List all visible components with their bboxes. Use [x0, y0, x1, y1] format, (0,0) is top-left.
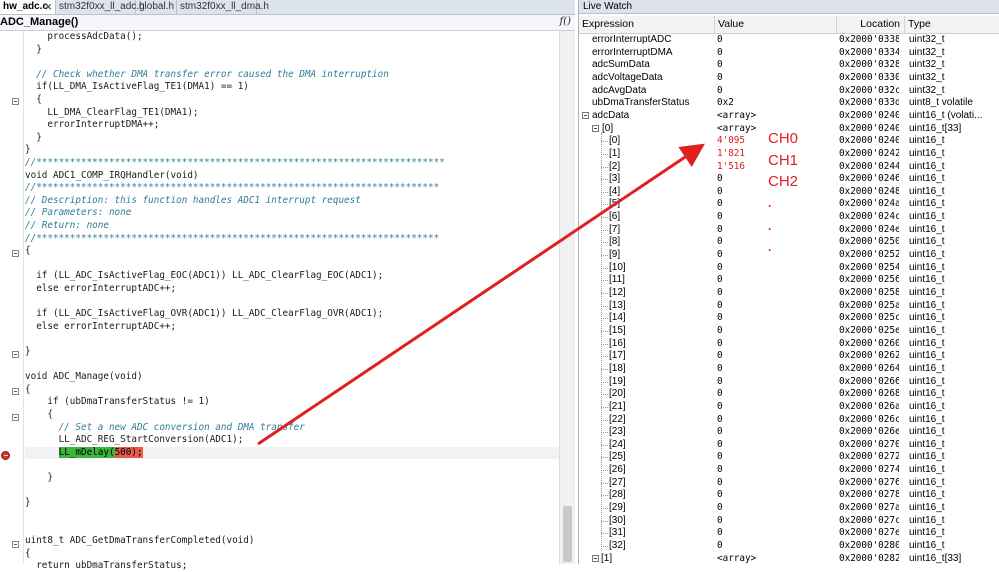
arrow-line: [257, 143, 705, 446]
annotation-arrow: [257, 143, 705, 446]
